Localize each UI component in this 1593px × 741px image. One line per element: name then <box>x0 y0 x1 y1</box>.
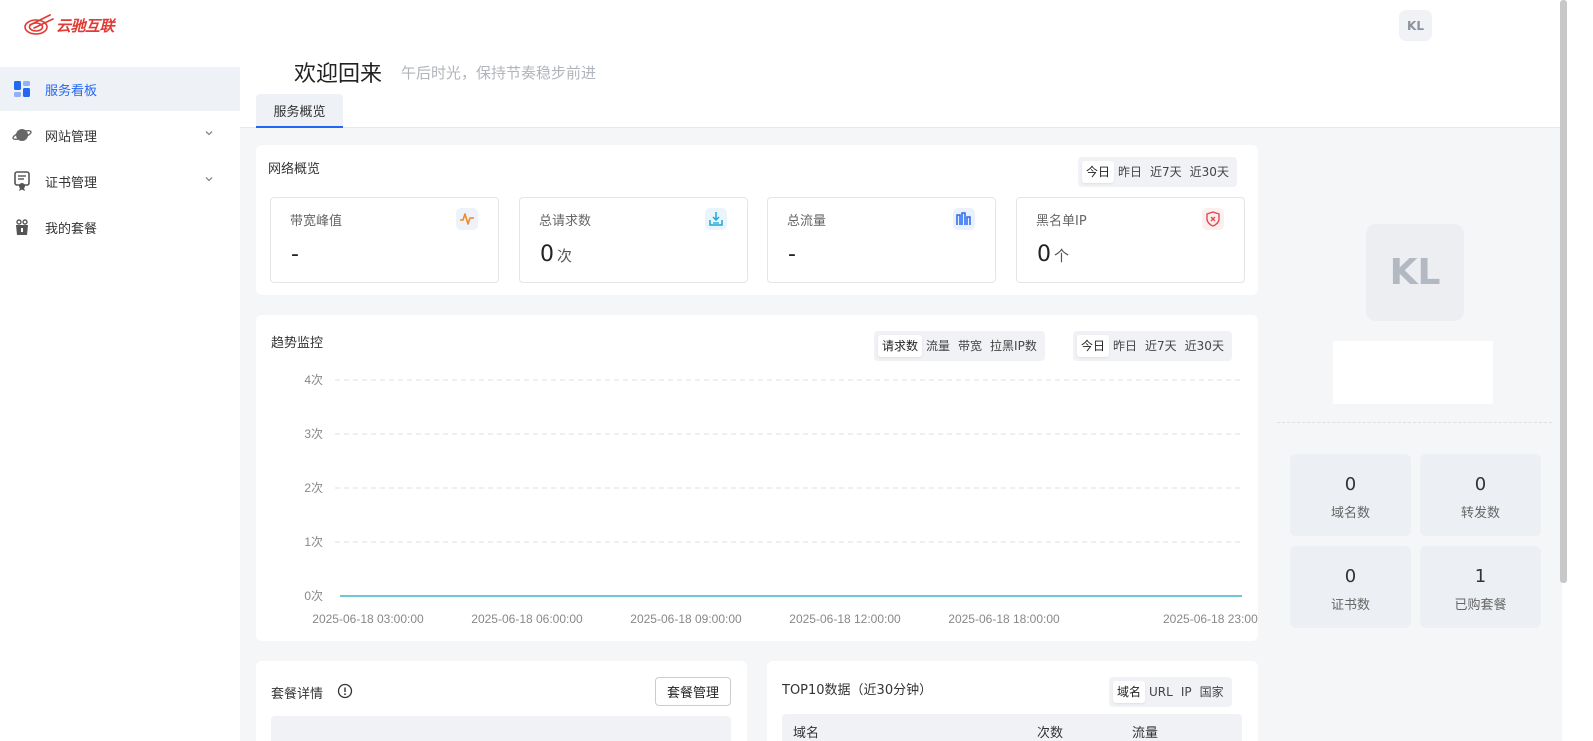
network-overview-card: 网络概览 今日 昨日 近7天 近30天 带宽峰值 - 总请求数 0次 总流量 -… <box>256 145 1258 295</box>
chevron-down-icon[interactable] <box>204 128 214 138</box>
card-title: 套餐详情 <box>271 687 324 702</box>
sidebar-item-label: 证书管理 <box>45 175 98 191</box>
sidebar-item-label: 我的套餐 <box>45 221 98 237</box>
trend-monitor-card: 趋势监控 请求数 流量 带宽 拉黑IP数 今日 昨日 近7天 近30天 0次 1次… <box>256 315 1258 641</box>
sidebar-item-dashboard[interactable]: 服务看板 <box>0 67 240 111</box>
certificate-icon <box>12 171 32 191</box>
tile-label: 已购套餐 <box>1454 598 1507 613</box>
tile-label: 证书数 <box>1330 598 1370 613</box>
dimension-ip[interactable]: IP <box>1177 681 1196 703</box>
package-icon <box>12 217 32 237</box>
dimension-url[interactable]: URL <box>1145 681 1177 703</box>
x-tick-label: 2025-06-18 18:00:00 <box>948 612 1060 626</box>
y-tick-label: 2次 <box>304 481 323 495</box>
x-tick-label: 2025-06-18 23:00:00 <box>1163 612 1258 626</box>
column-header: 流量 <box>1132 726 1159 741</box>
stat-blacklist-ip: 黑名单IP 0个 <box>1016 197 1245 283</box>
tile-value: 1 <box>1474 566 1487 587</box>
profile-info-box <box>1333 341 1493 404</box>
tile-value: 0 <box>1474 474 1487 495</box>
user-avatar[interactable]: KL <box>1399 10 1432 41</box>
x-tick-label: 2025-06-18 12:00:00 <box>789 612 901 626</box>
package-detail-card: 套餐详情 套餐管理 <box>256 661 747 741</box>
stat-value: 0次 <box>540 242 573 267</box>
y-tick-label: 0次 <box>304 589 323 603</box>
stat-value: - <box>291 242 299 267</box>
card-title: TOP10数据（近30分钟） <box>782 683 933 698</box>
x-tick-label: 2025-06-18 06:00:00 <box>471 612 583 626</box>
range-30days[interactable]: 近30天 <box>1186 161 1233 183</box>
dimension-domain[interactable]: 域名 <box>1113 681 1146 703</box>
tab-service-overview[interactable]: 服务概览 <box>256 94 343 128</box>
range-today[interactable]: 今日 <box>1082 161 1115 183</box>
sidebar: 云驰互联 服务看板 网站管理 证书管理 我的套餐 <box>0 0 240 741</box>
y-tick-label: 1次 <box>304 535 323 549</box>
stat-label: 带宽峰值 <box>290 214 343 229</box>
stat-bandwidth-peak: 带宽峰值 - <box>270 197 499 283</box>
divider <box>1277 422 1552 423</box>
brand-logo[interactable]: 云驰互联 <box>24 10 115 40</box>
stat-label: 总流量 <box>787 214 827 229</box>
dimension-country[interactable]: 国家 <box>1196 681 1228 703</box>
tile-label: 域名数 <box>1330 506 1370 521</box>
sidebar-item-label: 网站管理 <box>45 129 98 145</box>
x-tick-label: 2025-06-18 09:00:00 <box>630 612 742 626</box>
package-table-header <box>271 716 731 741</box>
card-title: 网络概览 <box>268 162 321 177</box>
range-7days[interactable]: 近7天 <box>1146 161 1186 183</box>
column-header: 域名 <box>793 726 820 741</box>
pulse-icon <box>456 208 478 230</box>
stat-total-requests: 总请求数 0次 <box>519 197 748 283</box>
y-tick-label: 3次 <box>304 427 323 441</box>
tile-forward-count[interactable]: 0 转发数 <box>1420 454 1541 536</box>
page-header: KL 欢迎回来 午后时光，保持节奏稳步前进 服务概览 <box>240 0 1562 128</box>
tile-certificate-count[interactable]: 0 证书数 <box>1290 546 1411 628</box>
planet-icon <box>12 125 32 145</box>
sidebar-item-certificate[interactable]: 证书管理 <box>0 159 240 203</box>
sidebar-nav: 服务看板 网站管理 证书管理 我的套餐 <box>0 67 240 251</box>
stat-total-traffic: 总流量 - <box>767 197 996 283</box>
sidebar-item-website[interactable]: 网站管理 <box>0 113 240 157</box>
sidebar-item-label: 服务看板 <box>45 83 98 99</box>
y-tick-label: 4次 <box>304 373 323 387</box>
shield-block-icon <box>1202 208 1224 230</box>
top10-card: TOP10数据（近30分钟） 域名 URL IP 国家 域名 次数 流量 <box>767 661 1258 741</box>
x-tick-label: 2025-06-18 03:00:00 <box>312 612 424 626</box>
tile-domain-count[interactable]: 0 域名数 <box>1290 454 1411 536</box>
download-tray-icon <box>705 208 727 230</box>
stat-label: 总请求数 <box>539 214 592 229</box>
range-yesterday[interactable]: 昨日 <box>1114 161 1146 183</box>
tile-value: 0 <box>1344 474 1357 495</box>
tile-label: 转发数 <box>1460 506 1500 521</box>
traffic-bars-icon <box>953 208 975 230</box>
stat-label: 黑名单IP <box>1036 214 1087 229</box>
tile-purchased-packages[interactable]: 1 已购套餐 <box>1420 546 1541 628</box>
chevron-down-icon[interactable] <box>204 174 214 184</box>
range-selector: 今日 昨日 近7天 近30天 <box>1078 157 1237 187</box>
trend-line-chart: 0次 1次 2次 3次 4次 2025-06-18 03:00:00 2025-06-18 … <box>304 373 1258 626</box>
tile-value: 0 <box>1344 566 1357 587</box>
top10-table-header: 域名 次数 流量 <box>782 714 1242 741</box>
profile-avatar[interactable]: KL <box>1366 224 1464 321</box>
scrollbar-thumb[interactable] <box>1560 0 1567 583</box>
logo-icon <box>24 14 54 35</box>
column-header: 次数 <box>1037 726 1064 741</box>
info-circle-icon[interactable] <box>337 683 353 699</box>
logo-text: 云驰互联 <box>56 16 115 35</box>
page-title: 欢迎回来 <box>294 62 383 87</box>
stat-value: - <box>788 242 796 267</box>
package-manage-button[interactable]: 套餐管理 <box>655 677 731 706</box>
dashboard-icon <box>12 79 32 99</box>
stat-value: 0个 <box>1037 242 1070 267</box>
dimension-selector: 域名 URL IP 国家 <box>1109 677 1232 707</box>
page-subtitle: 午后时光，保持节奏稳步前进 <box>401 64 597 82</box>
sidebar-item-package[interactable]: 我的套餐 <box>0 205 240 249</box>
